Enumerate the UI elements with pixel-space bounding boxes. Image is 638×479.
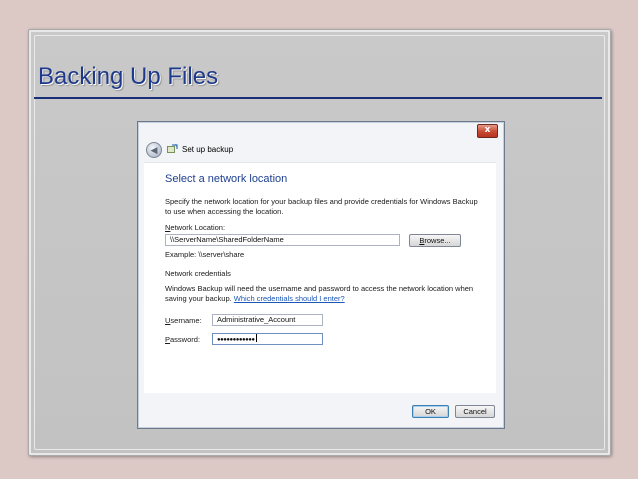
- password-value: ●●●●●●●●●●●●: [217, 337, 255, 343]
- ok-button[interactable]: OK: [412, 405, 449, 418]
- page-heading: Select a network location: [165, 173, 288, 185]
- cancel-button[interactable]: Cancel: [455, 405, 495, 418]
- dialog-content: Select a network location Specify the ne…: [144, 162, 496, 393]
- back-button[interactable]: ◀: [146, 142, 162, 158]
- close-button[interactable]: x: [477, 124, 498, 138]
- dialog-title: Set up backup: [182, 145, 234, 154]
- network-location-input[interactable]: \\ServerName\SharedFolderName: [165, 234, 400, 246]
- network-location-label: Network Location:: [165, 223, 225, 232]
- network-credentials-heading: Network credentials: [165, 269, 231, 278]
- browse-button[interactable]: Browse...: [409, 234, 461, 247]
- password-input[interactable]: ●●●●●●●●●●●●: [212, 333, 323, 345]
- username-label: Username:: [165, 316, 202, 325]
- text-cursor: [255, 334, 257, 342]
- dialog-header: ◀ Set up backup: [144, 138, 498, 160]
- password-label-text: assword:: [170, 335, 201, 344]
- username-input[interactable]: Administrative_Account: [212, 314, 323, 326]
- credentials-description: Windows Backup will need the username an…: [165, 284, 480, 304]
- backup-app-icon: [167, 144, 178, 153]
- network-location-label-text: etwork Location:: [170, 223, 226, 232]
- back-arrow-icon: ◀: [150, 145, 158, 155]
- title-underline: [34, 97, 602, 99]
- credentials-help-link[interactable]: Which credentials should I enter?: [234, 294, 345, 303]
- username-label-text: sername:: [170, 316, 202, 325]
- page-description: Specify the network location for your ba…: [165, 197, 478, 216]
- password-label: Password:: [165, 335, 200, 344]
- network-location-example: Example: \\server\share: [165, 250, 245, 259]
- browse-button-label: rowse...: [424, 236, 451, 245]
- setup-backup-dialog: x ◀ Set up backup Select a network locat…: [137, 121, 505, 429]
- slide-title: Backing Up Files: [38, 63, 219, 90]
